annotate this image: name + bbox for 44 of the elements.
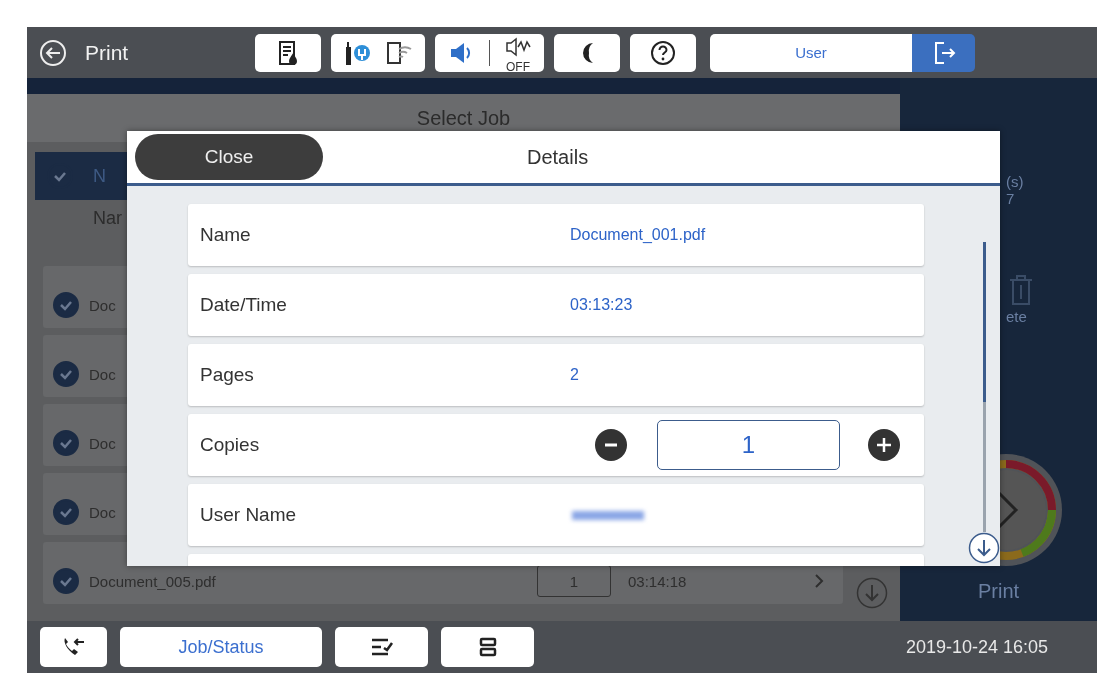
help-button[interactable] <box>630 33 696 72</box>
plus-button[interactable] <box>868 429 900 461</box>
user-button[interactable]: User <box>710 33 912 72</box>
copies-field[interactable]: 1 <box>657 420 840 470</box>
scroll-thumb[interactable] <box>982 242 986 402</box>
field-label: Name <box>200 224 251 246</box>
field-value: 2 <box>570 366 579 384</box>
screen-title: Print <box>85 40 130 65</box>
phone-button[interactable] <box>40 627 107 667</box>
job-name: Doc <box>89 365 116 383</box>
job-status-button[interactable]: Job/Status <box>120 627 322 667</box>
connection-button[interactable] <box>331 33 425 72</box>
stack-button[interactable] <box>441 627 534 667</box>
job-time: 03:14:18 <box>628 572 687 590</box>
sleep-button[interactable] <box>554 33 620 72</box>
sound-button[interactable]: OFF <box>435 33 544 72</box>
field-value: 03:13:23 <box>570 296 633 314</box>
field-label: Copies <box>200 434 260 456</box>
plus-icon <box>875 436 893 454</box>
ink-button[interactable] <box>255 33 321 72</box>
print-label: Print <box>978 580 1020 603</box>
field-label: Pages <box>200 364 254 386</box>
off-label: OFF <box>506 60 530 73</box>
back-icon[interactable] <box>39 38 67 67</box>
job-count: 7 <box>1006 190 1015 207</box>
job-name: Document_005.pdf <box>89 572 216 590</box>
job-name: Doc <box>89 503 116 521</box>
field-label: User Name <box>200 504 297 526</box>
blurred-value <box>572 510 644 520</box>
count-label: (s) <box>1006 173 1024 190</box>
question-icon <box>649 38 677 67</box>
delete-label: ete <box>1006 308 1027 325</box>
date-time: 2019-10-24 16:05 <box>905 636 1048 658</box>
logout-button[interactable] <box>912 33 975 72</box>
job-name: Doc <box>89 434 116 452</box>
moon-icon <box>580 41 594 64</box>
dialog-title: Details <box>527 145 589 169</box>
minus-button[interactable] <box>595 429 627 461</box>
field-label: Date/Time <box>200 294 287 316</box>
close-button[interactable]: Close <box>135 134 323 180</box>
queue-button[interactable] <box>335 627 428 667</box>
job-name: Doc <box>89 296 116 314</box>
chevron-icon <box>813 573 825 589</box>
field-value: Document_001.pdf <box>570 226 706 244</box>
